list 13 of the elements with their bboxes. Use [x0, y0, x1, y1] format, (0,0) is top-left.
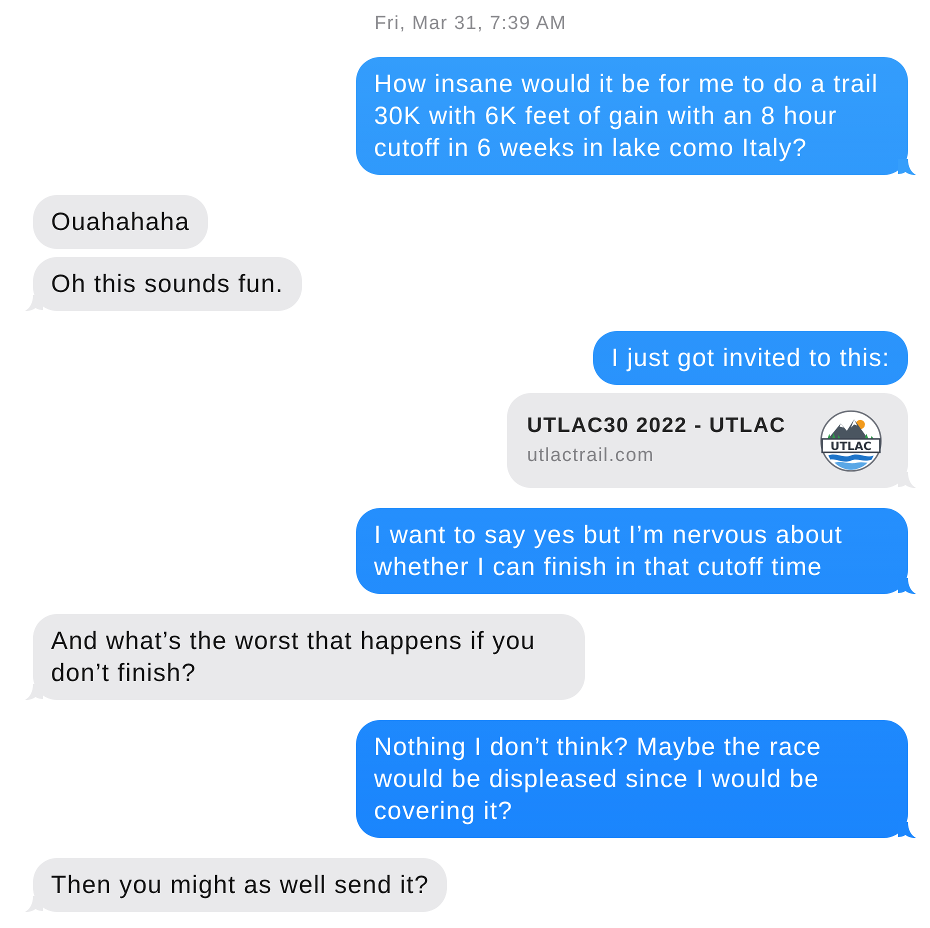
message-bubble: Oh this sounds fun. [33, 257, 302, 311]
message-bubble: Ouahahaha [33, 195, 208, 249]
message-bubble: I want to say yes but I’m nervous about whether I can finish in that cutoff time [356, 508, 908, 594]
message-bubble: Nothing I don’t think? Maybe the race would be displeased since I would be covering it? [356, 720, 908, 838]
message-timestamp: Fri, Mar 31, 7:39 AM [374, 12, 567, 36]
message-bubble: I just got invited to this: [593, 331, 908, 385]
link-domain: utlactrail.com [527, 444, 656, 468]
link-preview[interactable]: UTLAC30 2022 - UTLAC utlactrail.com UTLAC [507, 393, 908, 488]
message-bubble: Then you might as well send it? [33, 858, 448, 912]
message-bubble: How insane would it be for me to do a trail 30K with 6K feet of gain with an 8 hour cutoff in 6 weeks in lake como Italy? [356, 57, 908, 175]
message-bubble: And what’s the worst that happens if you don’t finish? [33, 614, 585, 700]
link-title: UTLAC30 2022 - UTLAC [527, 412, 786, 438]
site-logo: UTLAC [818, 408, 884, 474]
